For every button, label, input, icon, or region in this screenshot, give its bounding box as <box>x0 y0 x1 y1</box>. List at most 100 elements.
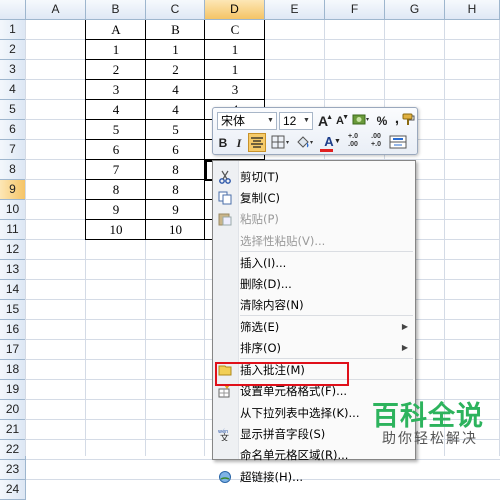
menu-item-label: 粘贴(P) <box>240 212 279 226</box>
cell-b6[interactable]: 5 <box>86 120 146 140</box>
menu-item-label: 显示拼音字段(S) <box>240 427 326 441</box>
menu-item-1[interactable]: 剪切(T) <box>213 167 415 187</box>
format-cells-highlight-box <box>215 362 349 386</box>
row-header-12[interactable]: 12 <box>0 240 26 260</box>
row-header-4[interactable]: 4 <box>0 80 26 100</box>
row-header-23[interactable]: 23 <box>0 460 26 480</box>
cell-b10[interactable]: 9 <box>86 200 146 220</box>
row-header-13[interactable]: 13 <box>0 260 26 280</box>
percent-style-button[interactable]: % <box>375 112 389 130</box>
row-header-2[interactable]: 2 <box>0 40 26 60</box>
column-header-h[interactable]: H <box>445 0 500 20</box>
cell-b8[interactable]: 7 <box>86 160 146 180</box>
font-size-value: 12 <box>283 114 297 128</box>
chevron-down-icon[interactable]: ▼ <box>266 113 275 129</box>
gridline <box>25 20 26 456</box>
column-header-f[interactable]: F <box>325 0 385 20</box>
cell-b4[interactable]: 3 <box>86 80 146 100</box>
bold-button[interactable]: B <box>216 134 230 152</box>
watermark-logo: 百科全说 助你轻松解决 <box>366 390 500 456</box>
grow-font-button[interactable]: A ▲ <box>316 112 333 130</box>
borders-button[interactable] <box>270 134 292 152</box>
italic-button[interactable]: I <box>232 134 246 152</box>
font-name-box[interactable]: 宋体 ▼ <box>217 112 277 130</box>
menu-item-6[interactable]: 删除(D)... <box>213 274 415 294</box>
cell-b2[interactable]: 1 <box>86 40 146 60</box>
percent-icon: % <box>376 114 388 128</box>
row-header-9[interactable]: 9 <box>0 180 26 200</box>
row-header-5[interactable]: 5 <box>0 100 26 120</box>
menu-item-2[interactable]: 复制(C) <box>213 188 415 208</box>
row-header-22[interactable]: 22 <box>0 440 26 460</box>
column-header-e[interactable]: E <box>265 0 325 20</box>
cell-b3[interactable]: 2 <box>86 60 146 80</box>
menu-item-4[interactable]: 选择性粘贴(V)... <box>213 231 415 251</box>
menu-item-label: 剪切(T) <box>240 170 279 184</box>
menu-item-15[interactable]: 超链接(H)... <box>213 467 415 487</box>
accounting-format-button[interactable] <box>351 112 371 130</box>
menu-item-7[interactable]: 清除内容(N) <box>213 295 415 315</box>
column-header-c[interactable]: C <box>146 0 205 20</box>
menu-item-9[interactable]: 排序(O) ▶ <box>213 338 415 358</box>
increase-decimal-button[interactable]: +.0 .00 <box>343 133 363 151</box>
row-header-7[interactable]: 7 <box>0 140 26 160</box>
row-header-20[interactable]: 20 <box>0 400 26 420</box>
cell-c11[interactable]: 10 <box>146 220 205 240</box>
row-header-14[interactable]: 14 <box>0 280 26 300</box>
fill-color-icon <box>297 136 313 148</box>
cell-d2[interactable]: 1 <box>205 40 265 60</box>
row-header-15[interactable]: 15 <box>0 300 26 320</box>
menu-item-3[interactable]: 粘贴(P) <box>213 209 415 229</box>
column-header-d[interactable]: D <box>205 0 265 20</box>
cell-c2[interactable]: 1 <box>146 40 205 60</box>
merge-center-button[interactable] <box>389 134 407 152</box>
row-header-3[interactable]: 3 <box>0 60 26 80</box>
row-header-10[interactable]: 10 <box>0 200 26 220</box>
column-header-a[interactable]: A <box>26 0 86 20</box>
decrease-decimal-button[interactable]: .00 +.0 <box>366 133 386 151</box>
cell-c8[interactable]: 8 <box>146 160 205 180</box>
font-size-box[interactable]: 12 ▼ <box>279 112 313 130</box>
cell-c7[interactable]: 6 <box>146 140 205 160</box>
row-header-17[interactable]: 17 <box>0 340 26 360</box>
menu-item-8[interactable]: 筛选(E) ▶ <box>213 317 415 337</box>
chevron-down-icon[interactable]: ▼ <box>302 113 311 129</box>
row-header-21[interactable]: 21 <box>0 420 26 440</box>
column-header-b[interactable]: B <box>86 0 146 20</box>
menu-item-5[interactable]: 插入(I)... <box>213 253 415 273</box>
cell-d1[interactable]: C <box>205 20 265 40</box>
cell-b5[interactable]: 4 <box>86 100 146 120</box>
font-color-button[interactable]: A ▼ <box>318 133 341 152</box>
format-painter-button[interactable] <box>401 112 417 130</box>
cell-c10[interactable]: 9 <box>146 200 205 220</box>
cell-b9[interactable]: 8 <box>86 180 146 200</box>
row-header-16[interactable]: 16 <box>0 320 26 340</box>
center-align-button[interactable] <box>248 133 266 152</box>
cell-c4[interactable]: 4 <box>146 80 205 100</box>
row-header-18[interactable]: 18 <box>0 360 26 380</box>
menu-item-label: 命名单元格区域(R)... <box>240 448 349 462</box>
row-header-8[interactable]: 8 <box>0 160 26 180</box>
cell-b11[interactable]: 10 <box>86 220 146 240</box>
cell-c3[interactable]: 2 <box>146 60 205 80</box>
row-header-19[interactable]: 19 <box>0 380 26 400</box>
cell-d3[interactable]: 1 <box>205 60 265 80</box>
cell-c6[interactable]: 5 <box>146 120 205 140</box>
cell-b1[interactable]: A <box>86 20 146 40</box>
table-border <box>85 79 265 80</box>
bold-icon: B <box>218 136 228 150</box>
shrink-font-button[interactable]: A ▼ <box>333 112 349 130</box>
table-border <box>145 20 146 240</box>
cell-c5[interactable]: 4 <box>146 100 205 120</box>
cell-c9[interactable]: 8 <box>146 180 205 200</box>
select-all-corner[interactable] <box>0 0 26 20</box>
column-header-g[interactable]: G <box>385 0 445 20</box>
row-header-6[interactable]: 6 <box>0 120 26 140</box>
row-header-24[interactable]: 24 <box>0 480 26 500</box>
row-header-1[interactable]: 1 <box>0 20 26 40</box>
cell-d4[interactable]: 3 <box>205 80 265 100</box>
cell-b7[interactable]: 6 <box>86 140 146 160</box>
fill-color-button[interactable] <box>294 134 316 152</box>
cell-c1[interactable]: B <box>146 20 205 40</box>
row-header-11[interactable]: 11 <box>0 220 26 240</box>
